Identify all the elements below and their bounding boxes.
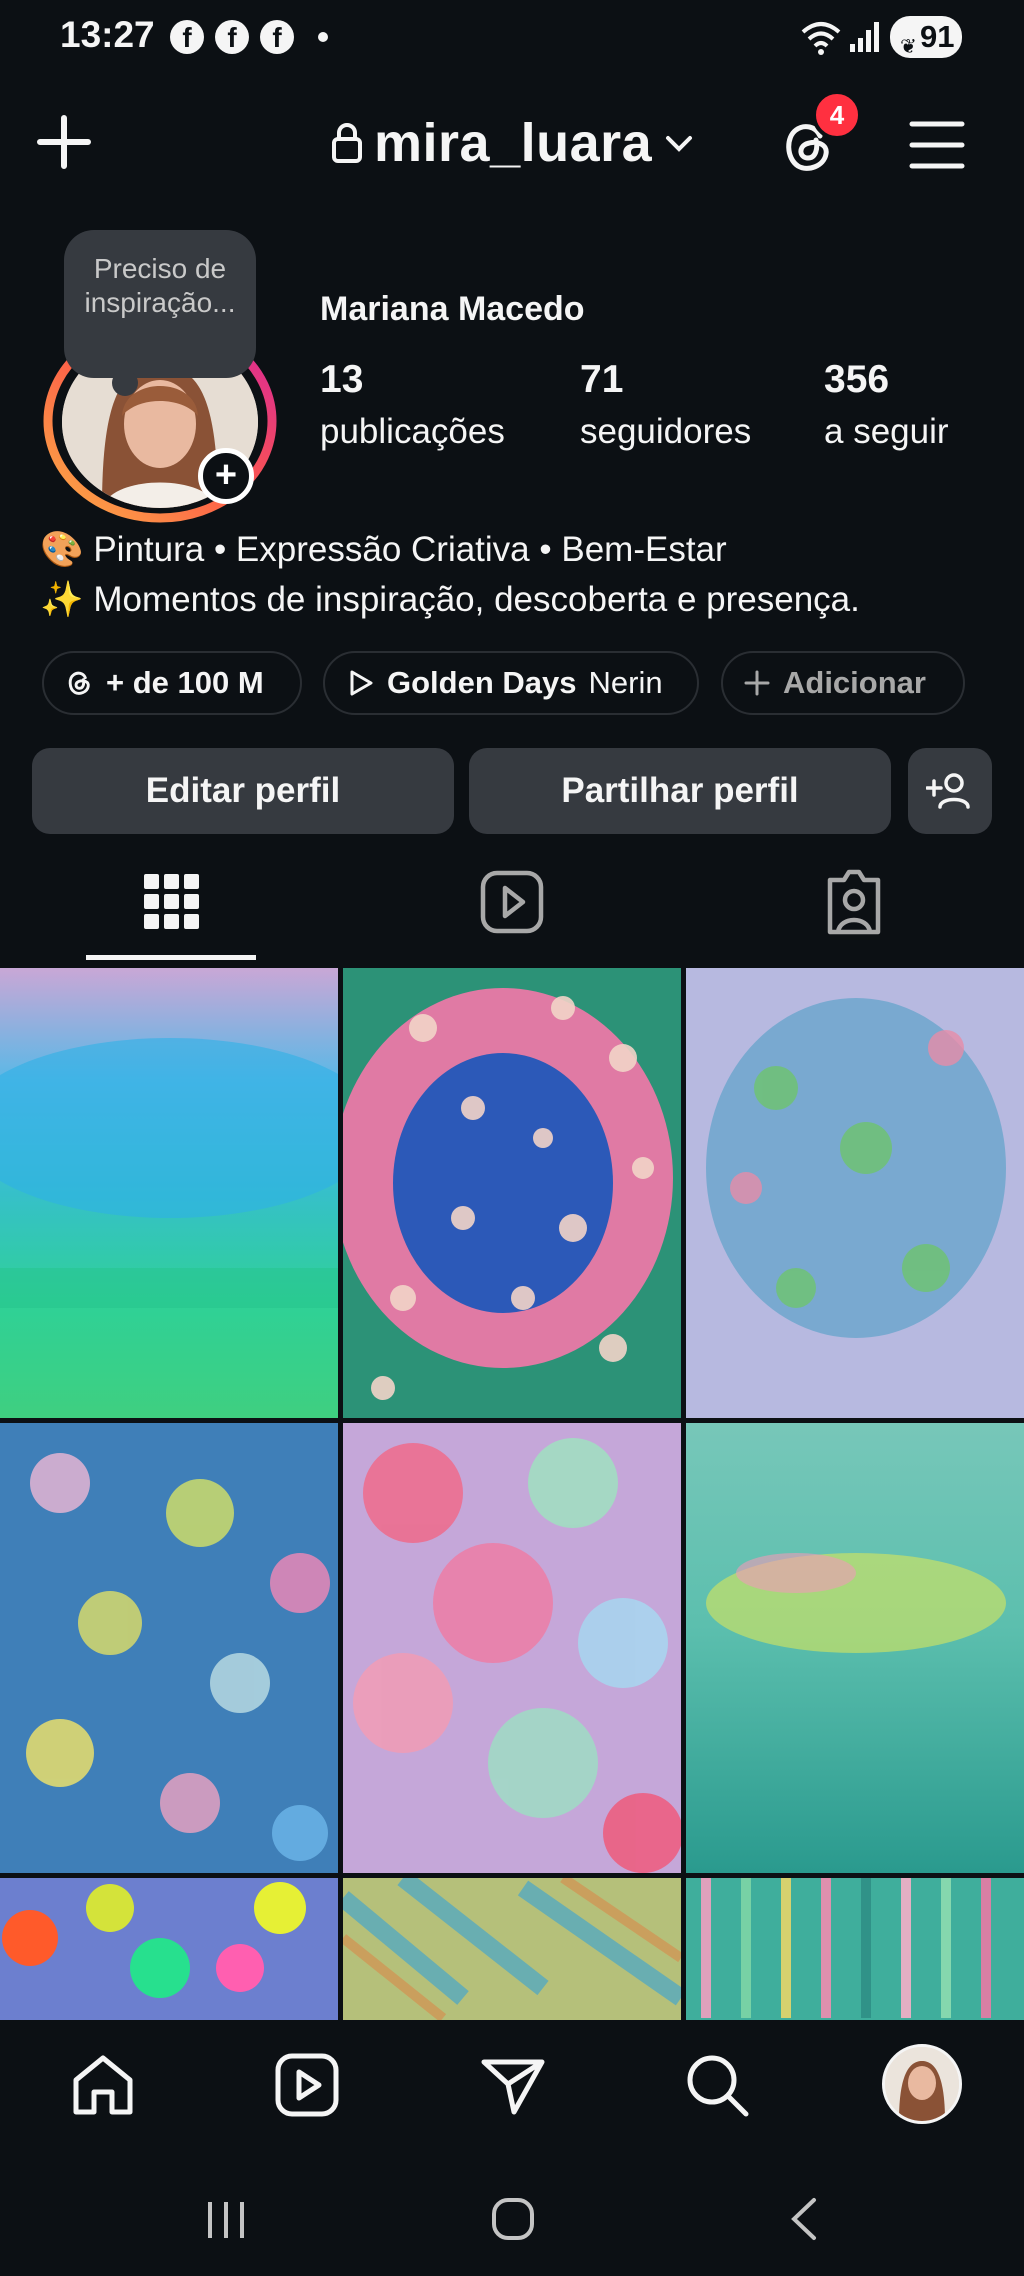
signal-icon <box>850 22 879 52</box>
edit-profile-button[interactable]: Editar perfil <box>32 748 454 834</box>
power-saving-icon: ❦ <box>900 36 917 58</box>
post-thumbnail[interactable] <box>686 968 1024 1418</box>
add-chip-label: Adicionar <box>783 665 926 700</box>
threads-notification-badge: 4 <box>812 90 862 140</box>
create-plus-icon[interactable] <box>34 112 94 172</box>
stat-following[interactable]: 356 a seguir <box>824 358 949 452</box>
battery-indicator: ❦ 91 <box>890 16 962 58</box>
bio-line: 🎨 Pintura • Expressão Criativa • Bem-Est… <box>40 525 860 575</box>
stat-value: 356 <box>824 358 890 401</box>
grid-icon[interactable] <box>140 850 204 962</box>
status-time: 13:27 <box>60 14 155 55</box>
battery-level: 91 <box>920 19 955 54</box>
music-chip[interactable]: Golden Days Nerin <box>323 651 699 715</box>
threads-icon <box>68 671 90 695</box>
post-thumbnail[interactable] <box>343 968 681 1418</box>
lock-icon <box>332 123 362 163</box>
back-icon[interactable] <box>784 2196 824 2242</box>
stat-label: a seguir <box>824 412 949 451</box>
stat-value: 71 <box>580 358 624 401</box>
system-navigation <box>0 2160 1024 2276</box>
post-thumbnail[interactable] <box>343 1878 681 2020</box>
home-icon[interactable] <box>68 2050 138 2120</box>
threads-chip-label: + de 100 M <box>106 665 264 700</box>
profile-tab-avatar[interactable] <box>882 2044 962 2124</box>
music-artist: Nerin <box>588 665 663 700</box>
chevron-down-icon <box>666 136 693 152</box>
tagged-icon[interactable] <box>822 850 886 962</box>
active-tab-indicator <box>86 955 256 960</box>
home-button-icon[interactable] <box>490 2196 536 2242</box>
facebook-icon: f <box>215 20 249 54</box>
username: mira_luara <box>374 113 653 173</box>
stat-posts[interactable]: 13 publicações <box>320 358 505 452</box>
bio-line: ✨ Momentos de inspiração, descoberta e p… <box>40 575 860 625</box>
add-story-button[interactable]: + <box>198 448 254 504</box>
reels-icon[interactable] <box>272 2050 342 2120</box>
send-icon[interactable] <box>478 2050 548 2120</box>
account-switcher[interactable]: mira_luara <box>330 112 696 174</box>
facebook-icon: f <box>170 20 204 54</box>
profile-note[interactable]: Preciso de inspiração... <box>64 230 256 396</box>
post-thumbnail[interactable] <box>343 1423 681 1873</box>
recent-apps-icon[interactable] <box>204 2198 248 2242</box>
status-bar: 13:27 f f f ❦ 91 <box>0 0 1024 75</box>
wifi-icon <box>801 22 841 55</box>
discover-people-button[interactable] <box>908 748 992 834</box>
full-name: Mariana Macedo <box>320 290 585 328</box>
note-text: Preciso de inspiração... <box>84 253 236 318</box>
facebook-icon: f <box>260 20 294 54</box>
profile-photo <box>885 2047 959 2121</box>
share-profile-button[interactable]: Partilhar perfil <box>469 748 891 834</box>
note-tail <box>112 370 138 396</box>
post-thumbnail[interactable] <box>686 1423 1024 1873</box>
stat-label: seguidores <box>580 412 752 451</box>
post-thumbnail[interactable] <box>0 968 338 1418</box>
palette-emoji: 🎨 <box>40 530 84 569</box>
play-icon <box>350 670 373 696</box>
post-thumbnail[interactable] <box>0 1878 338 2020</box>
stat-followers[interactable]: 71 seguidores <box>580 358 751 452</box>
posts-grid <box>0 968 1024 2020</box>
stat-label: publicações <box>320 412 505 451</box>
menu-icon[interactable] <box>908 118 966 172</box>
post-thumbnail[interactable] <box>686 1878 1024 2020</box>
bio-text: Momentos de inspiração, descoberta e pre… <box>93 580 860 619</box>
profile-header: mira_luara 4 <box>0 90 1024 200</box>
bio-text: Pintura • Expressão Criativa • Bem-Estar <box>93 530 727 569</box>
reels-icon[interactable] <box>480 850 544 962</box>
plus-icon <box>744 670 770 696</box>
bottom-navigation <box>0 2020 1024 2160</box>
threads-followers-chip[interactable]: + de 100 M <box>42 651 302 715</box>
add-person-icon <box>925 773 970 809</box>
music-title: Golden Days <box>387 665 577 700</box>
post-thumbnail[interactable] <box>0 1423 338 1873</box>
bio: 🎨 Pintura • Expressão Criativa • Bem-Est… <box>40 525 860 625</box>
add-link-chip[interactable]: Adicionar <box>721 651 965 715</box>
sparkles-emoji: ✨ <box>40 580 84 619</box>
notification-dot-icon <box>318 32 328 42</box>
stat-value: 13 <box>320 358 364 401</box>
search-icon[interactable] <box>682 2050 752 2120</box>
